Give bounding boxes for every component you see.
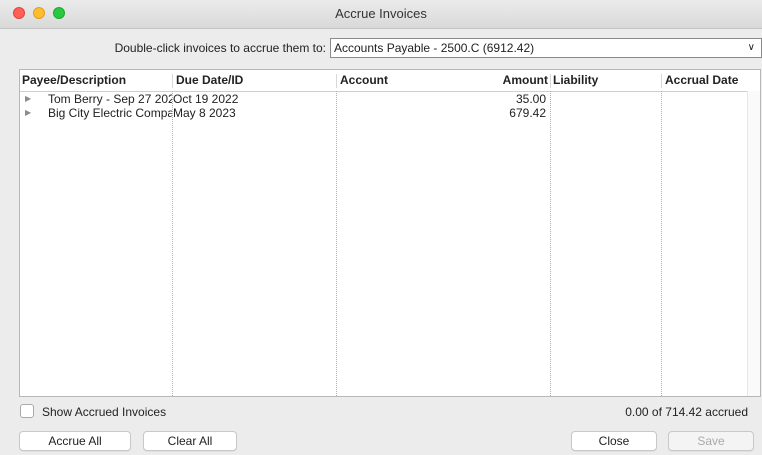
row-amount: 35.00 [515, 93, 546, 106]
invoices-table[interactable]: Payee/Description Due Date/ID Account Am… [19, 69, 761, 397]
table-scrollbar[interactable] [747, 91, 760, 396]
title-bar: Accrue Invoices [0, 0, 762, 29]
disclosure-triangle-icon[interactable]: ▶ [25, 94, 31, 103]
row-due-date: May 8 2023 [173, 107, 236, 120]
accrue-account-select[interactable]: Accounts Payable - 2500.C (6912.42) ∨ [330, 38, 762, 58]
column-header-liability[interactable]: Liability [553, 73, 598, 87]
row-payee: Big City Electric Company [48, 107, 172, 120]
table-row[interactable]: ▶ Tom Berry - Sep 27 2022 Oct 19 2022 35… [20, 93, 760, 106]
accrue-account-value: Accounts Payable - 2500.C (6912.42) [334, 41, 535, 55]
row-payee: Tom Berry - Sep 27 2022 [48, 93, 172, 106]
show-accrued-label: Show Accrued Invoices [42, 405, 167, 419]
clear-all-button[interactable]: Clear All [143, 431, 237, 451]
column-header-amount[interactable]: Amount [480, 73, 548, 87]
accrued-status-text: 0.00 of 714.42 accrued [625, 405, 748, 419]
close-button[interactable]: Close [571, 431, 657, 451]
row-due-date: Oct 19 2022 [173, 93, 239, 106]
accrue-instruction-label: Double-click invoices to accrue them to: [114, 41, 326, 55]
show-accrued-checkbox[interactable] [20, 404, 34, 418]
window-title: Accrue Invoices [335, 6, 427, 21]
column-header-accrual-date[interactable]: Accrual Date [665, 73, 738, 87]
table-header: Payee/Description Due Date/ID Account Am… [20, 70, 760, 92]
column-header-account[interactable]: Account [340, 73, 388, 87]
disclosure-triangle-icon[interactable]: ▶ [25, 108, 31, 117]
row-amount: 679.42 [509, 107, 546, 120]
column-header-payee[interactable]: Payee/Description [22, 73, 126, 87]
accrue-all-button[interactable]: Accrue All [19, 431, 131, 451]
table-row[interactable]: ▶ Big City Electric Company May 8 2023 6… [20, 107, 760, 120]
save-button[interactable]: Save [668, 431, 754, 451]
chevron-down-icon: ∨ [747, 42, 755, 53]
column-header-due-date[interactable]: Due Date/ID [176, 73, 243, 87]
